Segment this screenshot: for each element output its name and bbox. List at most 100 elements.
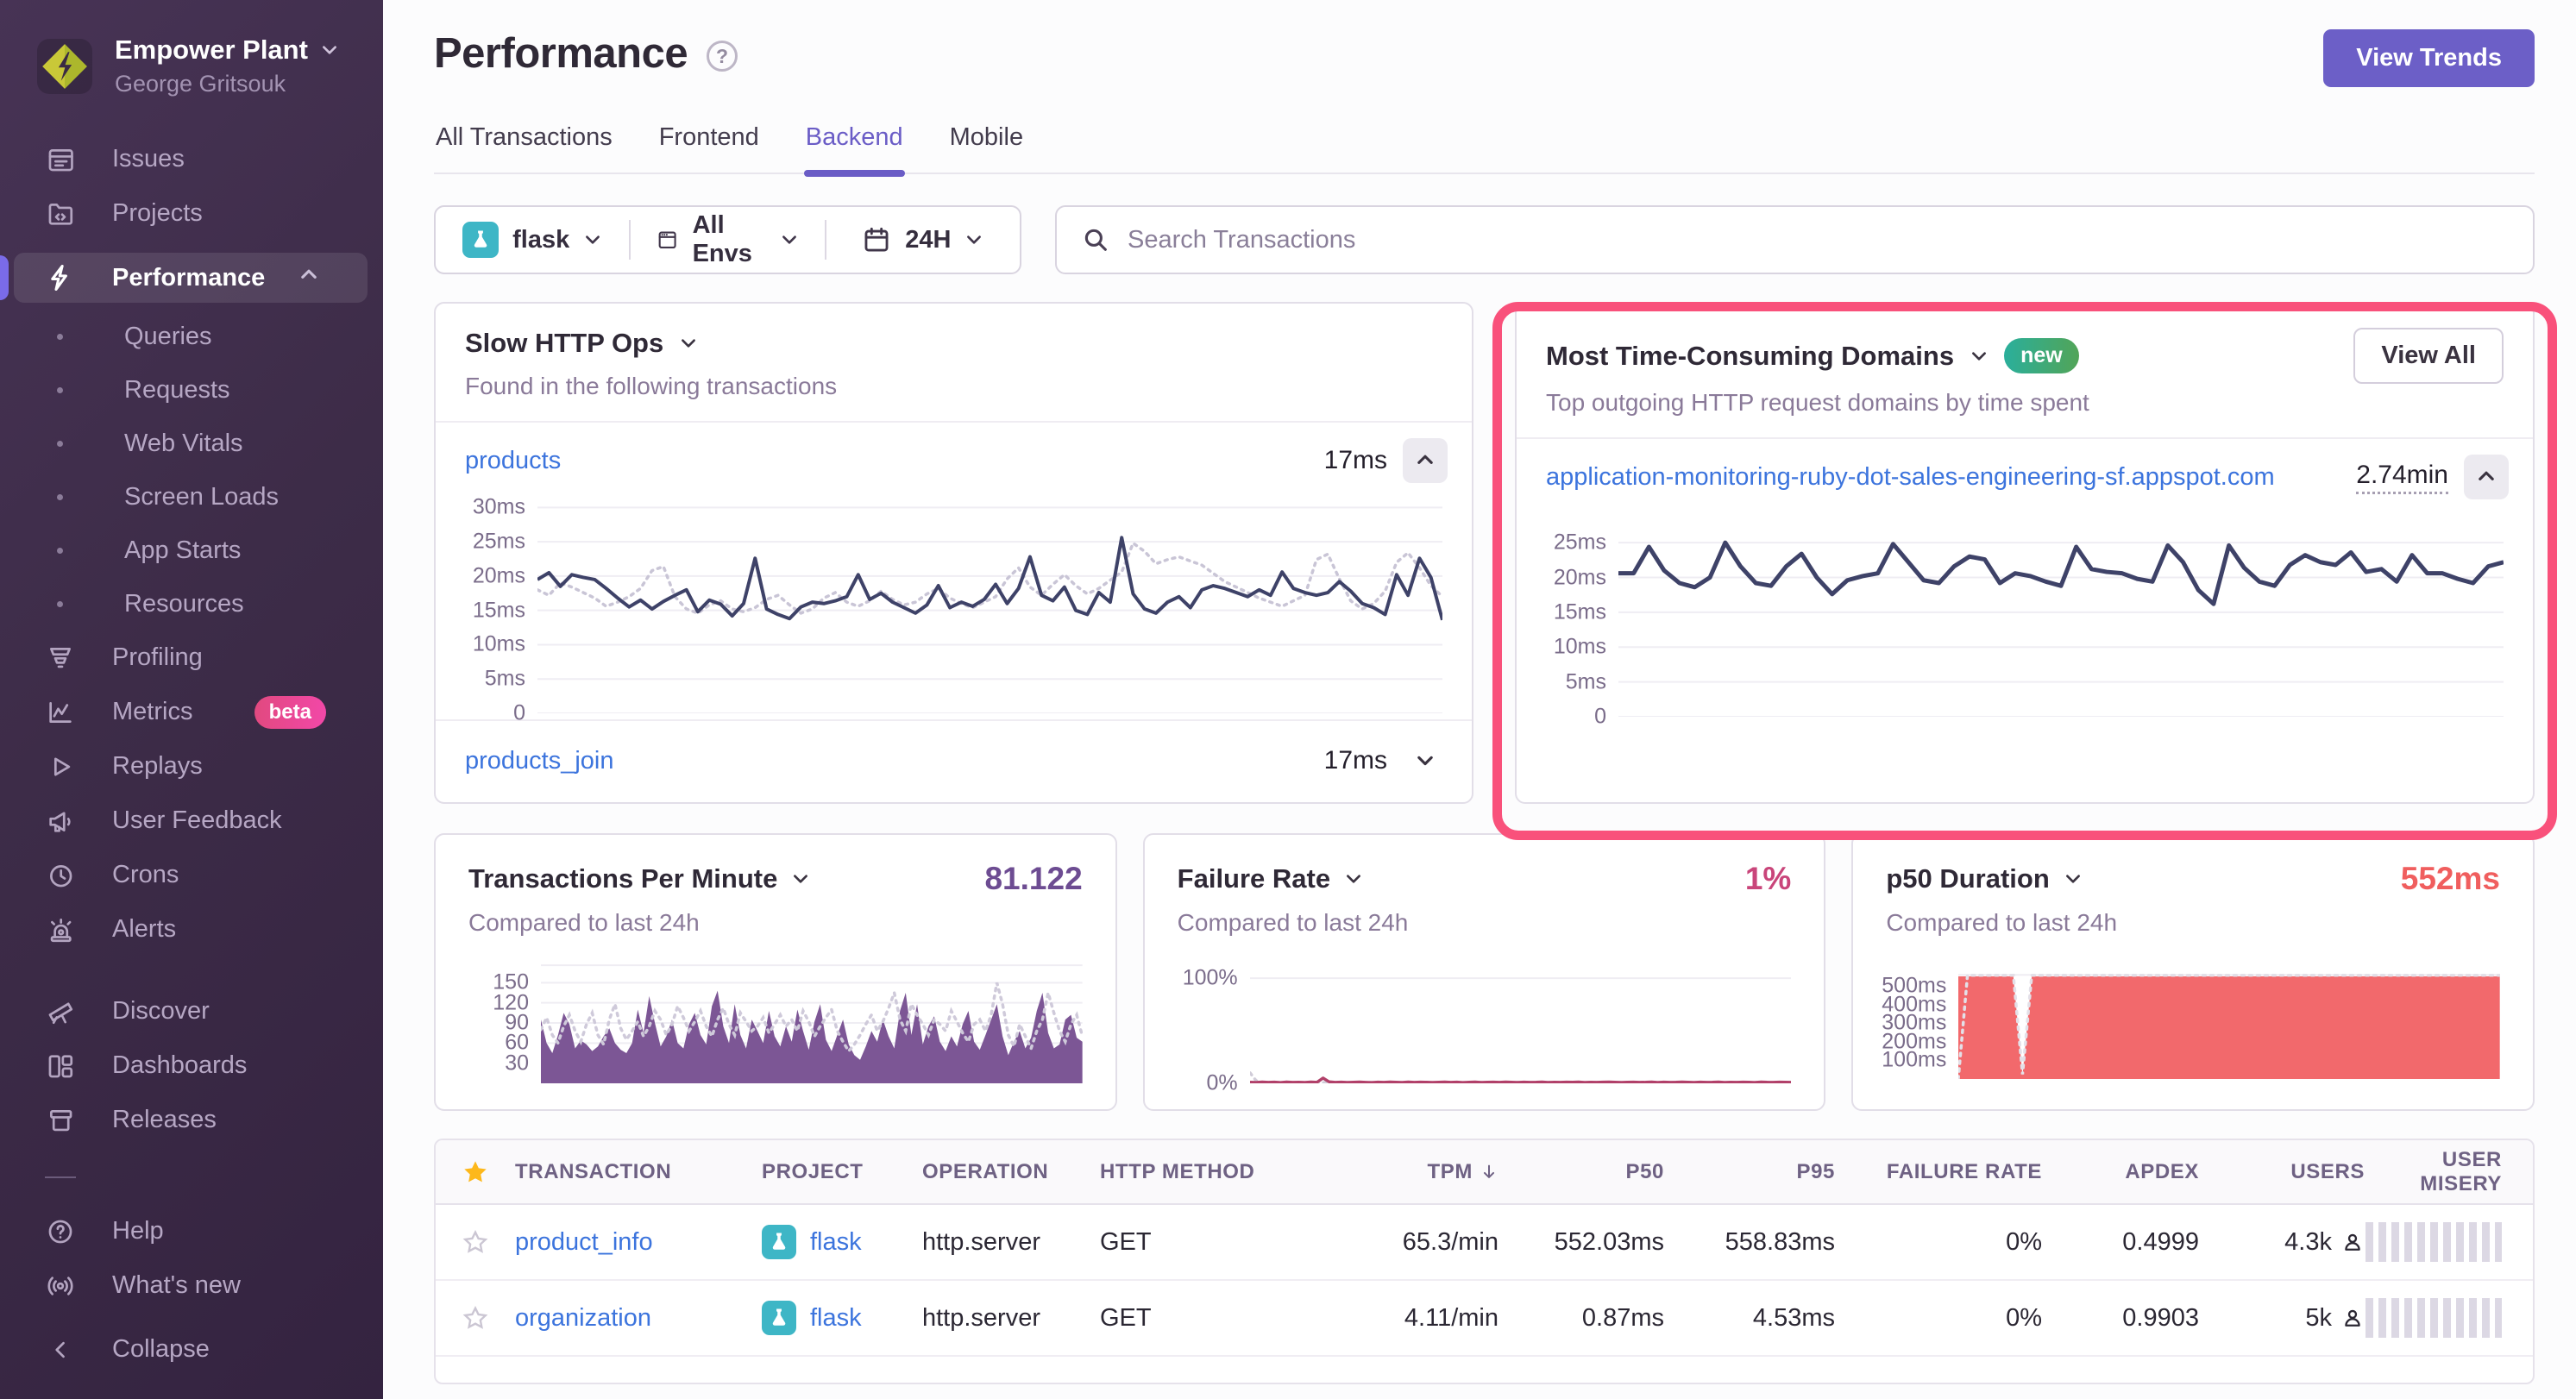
date-range-label: 24H — [905, 226, 951, 254]
sidebar-item-discover[interactable]: Discover — [0, 984, 374, 1038]
domain-response-chart[interactable]: 25ms20ms15ms10ms5ms0 — [1546, 529, 2504, 717]
bullet-icon — [57, 494, 63, 500]
sidebar-item-alerts[interactable]: Alerts — [0, 902, 374, 957]
sidebar-collapse-button[interactable]: Collapse — [0, 1322, 374, 1377]
col-header-p95[interactable]: P95 — [1664, 1160, 1835, 1184]
view-trends-button[interactable]: View Trends — [2323, 29, 2535, 87]
sidebar-item-replays[interactable]: Replays — [0, 739, 374, 794]
chevron-down-icon — [2064, 869, 2083, 888]
calendar-icon — [862, 225, 891, 254]
sidebar-item-label: Performance — [112, 264, 265, 292]
environment-filter[interactable]: All Envs — [631, 211, 824, 268]
sidebar-item-issues[interactable]: Issues — [0, 132, 374, 186]
new-badge: new — [2004, 338, 2079, 373]
chart-plot-area[interactable] — [541, 963, 1083, 1083]
nav-spacer — [0, 957, 383, 984]
tab-frontend[interactable]: Frontend — [657, 123, 761, 173]
col-header-project[interactable]: PROJECT — [762, 1160, 922, 1184]
col-header-p50[interactable]: P50 — [1498, 1160, 1664, 1184]
metric-title-row[interactable]: Transactions Per Minute — [468, 863, 810, 894]
sidebar-item-label: Web Vitals — [124, 430, 243, 458]
collapse-toggle-button[interactable] — [2464, 455, 2509, 499]
domain-link[interactable]: application-monitoring-ruby-dot-sales-en… — [1546, 463, 2275, 492]
tab-mobile[interactable]: Mobile — [948, 123, 1025, 173]
axis-tick-label: 20ms — [1554, 565, 1606, 590]
chart-plot-area[interactable] — [537, 502, 1442, 713]
transaction-link[interactable]: organization — [515, 1304, 651, 1332]
star-column-header[interactable] — [436, 1158, 515, 1186]
metric-title-row[interactable]: Failure Rate — [1178, 863, 1363, 894]
col-header-apdex[interactable]: APDEX — [2042, 1160, 2199, 1184]
sidebar-item-requests[interactable]: Requests — [0, 363, 374, 417]
view-all-button[interactable]: View All — [2353, 328, 2504, 384]
expand-toggle-button[interactable] — [1403, 738, 1448, 783]
metric-subtitle: Compared to last 24h — [468, 909, 1083, 937]
favorite-star-button[interactable] — [436, 1228, 515, 1256]
user-misery-score-bar — [2366, 1222, 2502, 1262]
sidebar-item-whats-new[interactable]: What's new — [0, 1258, 374, 1313]
projects-icon — [45, 199, 76, 229]
sidebar-item-releases[interactable]: Releases — [0, 1093, 374, 1147]
slow-http-ops-title-row[interactable]: Slow HTTP Ops — [465, 328, 1442, 359]
bullet-icon — [57, 334, 63, 340]
y-axis-ticks: 30ms25ms20ms15ms10ms5ms0 — [465, 502, 525, 713]
org-logo — [37, 39, 92, 94]
environment-icon — [657, 225, 678, 254]
sidebar-item-screen-loads[interactable]: Screen Loads — [0, 470, 374, 524]
search-box — [1055, 205, 2535, 274]
org-text: Empower Plant George Gritsouk — [115, 35, 339, 97]
replays-icon — [45, 752, 76, 781]
sidebar-item-label: Crons — [112, 861, 179, 889]
org-user: George Gritsouk — [115, 71, 339, 97]
col-header-user-misery[interactable]: USER MISERY — [2365, 1148, 2533, 1196]
sidebar-item-web-vitals[interactable]: Web Vitals — [0, 417, 374, 470]
sidebar-item-queries[interactable]: Queries — [0, 310, 374, 363]
col-header-users[interactable]: USERS — [2199, 1160, 2365, 1184]
chart-plot-area[interactable] — [1250, 968, 1792, 1083]
failure-rate-chart[interactable]: 100%0% — [1178, 968, 1792, 1083]
sidebar-item-performance[interactable]: Performance — [14, 253, 368, 303]
col-header-http-method[interactable]: HTTP METHOD — [1100, 1160, 1297, 1184]
help-circle-icon[interactable]: ? — [707, 41, 738, 72]
tab-backend[interactable]: Backend — [804, 123, 905, 173]
products-duration-chart[interactable]: 30ms25ms20ms15ms10ms5ms0 — [465, 502, 1442, 713]
active-indicator — [0, 255, 9, 300]
transaction-link-products[interactable]: products — [465, 447, 561, 475]
sidebar-item-label: App Starts — [124, 536, 241, 565]
col-header-failure-rate[interactable]: FAILURE RATE — [1835, 1160, 2042, 1184]
user-misery-cell — [2365, 1298, 2533, 1338]
tab-all-transactions[interactable]: All Transactions — [434, 123, 614, 173]
col-header-transaction[interactable]: TRANSACTION — [515, 1160, 762, 1184]
sidebar-item-projects[interactable]: Projects — [0, 186, 374, 241]
axis-tick-label: 100ms — [1882, 1048, 1946, 1073]
transaction-link-products-join[interactable]: products_join — [465, 747, 614, 775]
col-header-tpm[interactable]: TPM — [1297, 1160, 1498, 1184]
org-switcher[interactable]: Empower Plant George Gritsouk — [0, 0, 383, 127]
chart-plot-area[interactable] — [1618, 529, 2504, 717]
project-cell[interactable]: flask — [762, 1301, 922, 1335]
chart-plot-area[interactable] — [1958, 971, 2500, 1079]
p50-duration-chart[interactable]: 500ms400ms300ms200ms100ms — [1886, 971, 2500, 1079]
sidebar-item-metrics[interactable]: Metrics beta — [0, 685, 374, 739]
sidebar-item-user-feedback[interactable]: User Feedback — [0, 794, 374, 848]
search-input[interactable] — [1128, 226, 2509, 254]
tpm-chart[interactable]: 150120906030 — [468, 963, 1083, 1083]
transaction-link[interactable]: product_info — [515, 1228, 653, 1256]
widget-title[interactable]: Most Time-Consuming Domains — [1546, 341, 1954, 372]
sidebar-item-dashboards[interactable]: Dashboards — [0, 1038, 374, 1093]
metric-title-row[interactable]: p50 Duration — [1886, 863, 2082, 894]
project-filter[interactable]: flask — [436, 222, 629, 258]
date-range-filter[interactable]: 24H — [826, 225, 1020, 254]
collapse-toggle-button[interactable] — [1403, 438, 1448, 483]
favorite-star-button[interactable] — [436, 1304, 515, 1332]
col-header-operation[interactable]: OPERATION — [922, 1160, 1100, 1184]
sidebar-item-app-starts[interactable]: App Starts — [0, 524, 374, 577]
chevron-down-icon — [791, 869, 810, 888]
sidebar-item-label: Releases — [112, 1106, 217, 1134]
sidebar-item-help[interactable]: Help — [0, 1204, 374, 1258]
sidebar-item-resources[interactable]: Resources — [0, 577, 374, 630]
sidebar-item-profiling[interactable]: Profiling — [0, 630, 374, 685]
bullet-icon — [57, 548, 63, 554]
project-cell[interactable]: flask — [762, 1225, 922, 1259]
sidebar-item-crons[interactable]: Crons — [0, 848, 374, 902]
